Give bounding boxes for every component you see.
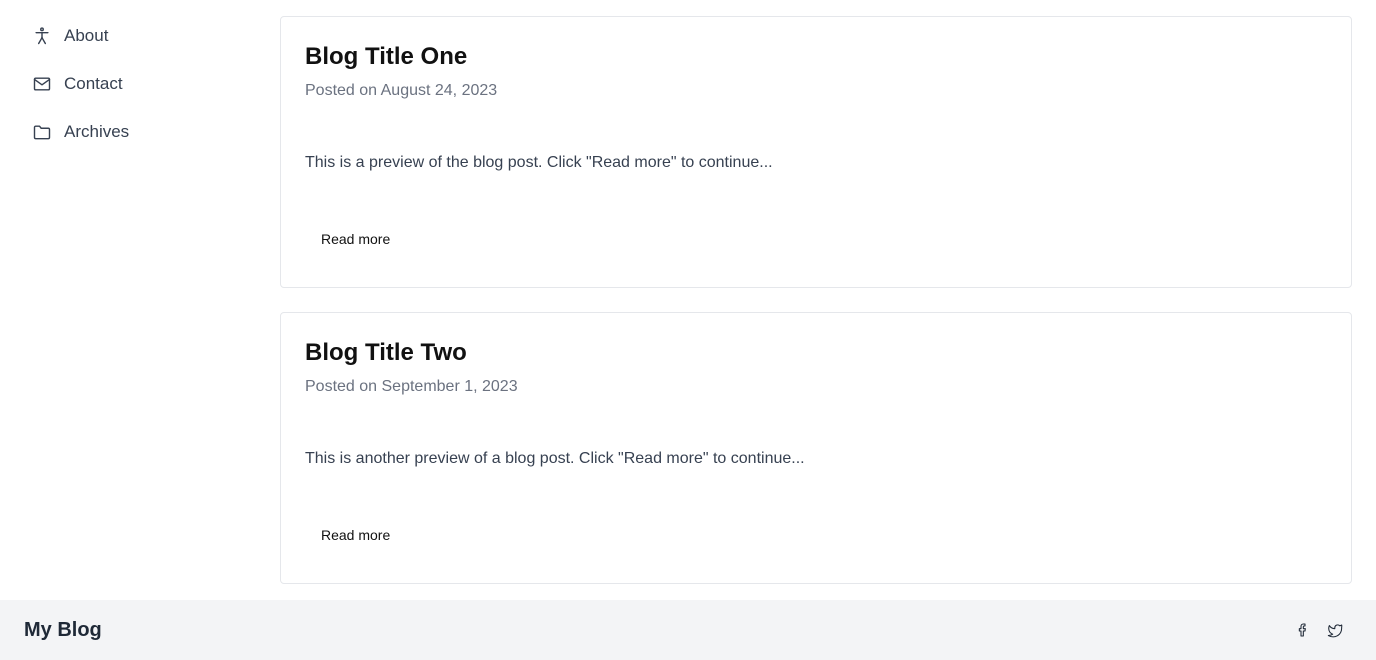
post-title: Blog Title One (305, 43, 468, 70)
sidebar: About Contact Archives (24, 12, 264, 156)
post-preview: This is another preview of a blog post. … (305, 450, 805, 467)
post-title: Blog Title Two (305, 339, 467, 366)
post-card: Blog Title Two Posted on September 1, 20… (280, 312, 1352, 584)
post-card: Blog Title One Posted on August 24, 2023… (280, 16, 1352, 288)
twitter-icon[interactable] (1326, 621, 1344, 639)
sidebar-item-label: Contact (64, 74, 123, 93)
footer-brand: My Blog (24, 618, 102, 641)
page: About Contact Archives Blog Title One Po… (0, 0, 1376, 660)
post-date: Posted on August 24, 2023 (305, 82, 498, 99)
sidebar-item-label: About (64, 26, 109, 45)
footer: My Blog (0, 600, 1376, 660)
read-more-button[interactable]: Read more (305, 223, 406, 255)
post-preview: This is a preview of the blog post. Clic… (305, 154, 773, 171)
accessibility-icon (32, 26, 52, 46)
read-more-button[interactable]: Read more (305, 519, 406, 551)
social-links (1294, 621, 1344, 639)
sidebar-item-archives[interactable]: Archives (24, 108, 264, 156)
sidebar-item-about[interactable]: About (24, 12, 264, 60)
facebook-icon[interactable] (1294, 621, 1312, 639)
mail-icon (32, 74, 52, 94)
post-date: Posted on September 1, 2023 (305, 378, 518, 395)
post-list: Blog Title One Posted on August 24, 2023… (280, 16, 1352, 608)
sidebar-item-label: Archives (64, 122, 130, 141)
folder-icon (32, 122, 52, 142)
sidebar-item-contact[interactable]: Contact (24, 60, 264, 108)
